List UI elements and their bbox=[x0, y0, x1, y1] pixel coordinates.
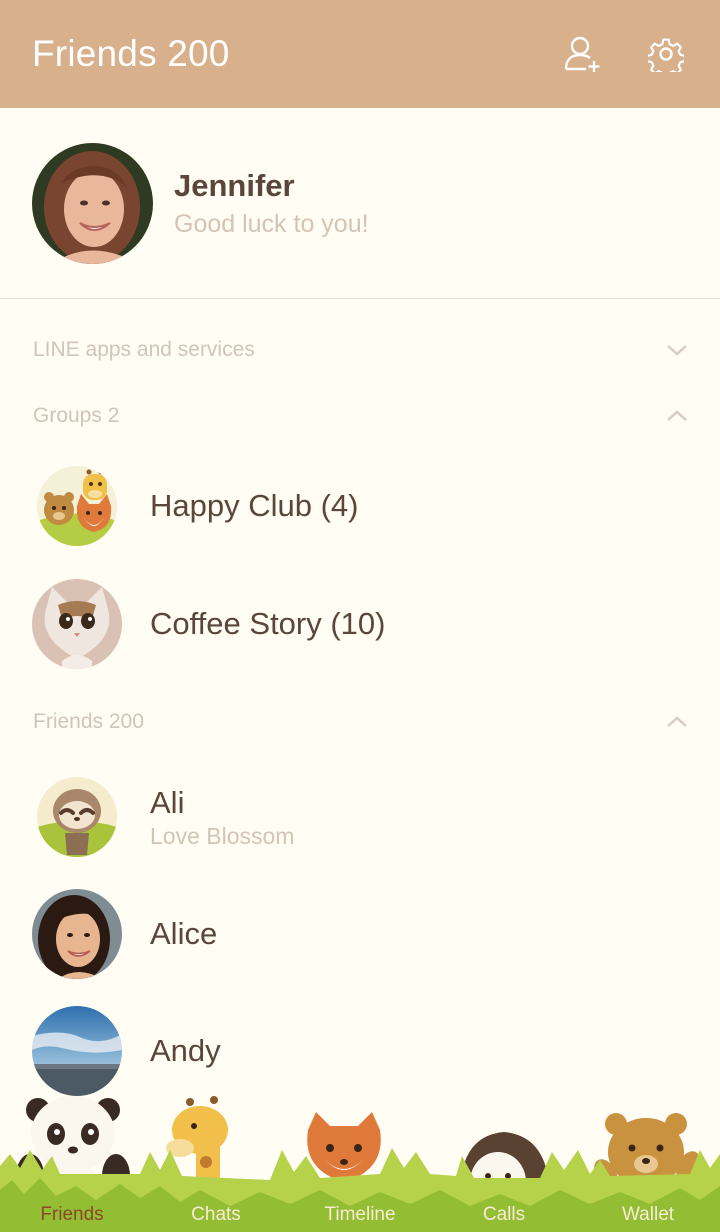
chevron-up-icon bbox=[667, 716, 687, 727]
chevron-down-icon bbox=[667, 345, 687, 356]
tab-friends[interactable]: Friends bbox=[0, 1204, 144, 1226]
group-name: Coffee Story (10) bbox=[150, 606, 386, 641]
bottom-tab-bar: Friends Chats Timeline Calls Wallet bbox=[0, 1090, 720, 1232]
group-row-happy-club[interactable]: Happy Club (4) bbox=[0, 451, 720, 561]
add-friend-icon[interactable] bbox=[562, 32, 606, 76]
friend-avatar bbox=[37, 777, 117, 857]
friend-name: Alice bbox=[150, 916, 218, 951]
tab-wallet[interactable]: Wallet bbox=[576, 1204, 720, 1226]
section-label: LINE apps and services bbox=[33, 338, 255, 361]
friend-name: Ali bbox=[150, 784, 185, 820]
section-friends[interactable]: Friends 200 bbox=[0, 692, 720, 752]
tab-calls[interactable]: Calls bbox=[432, 1204, 576, 1226]
section-label: Groups 2 bbox=[33, 404, 120, 427]
section-groups[interactable]: Groups 2 bbox=[0, 386, 720, 446]
friend-avatar bbox=[32, 1006, 122, 1096]
section-line-apps[interactable]: LINE apps and services bbox=[0, 320, 720, 380]
page-title: Friends 200 bbox=[32, 33, 230, 74]
profile-avatar[interactable] bbox=[32, 142, 153, 264]
group-name: Happy Club (4) bbox=[150, 488, 359, 523]
friend-name: Andy bbox=[150, 1033, 221, 1068]
tab-chats[interactable]: Chats bbox=[144, 1204, 288, 1226]
section-label: Friends 200 bbox=[33, 710, 144, 733]
chevron-up-icon bbox=[667, 410, 687, 421]
group-avatar bbox=[32, 579, 122, 669]
profile-name: Jennifer bbox=[174, 167, 295, 203]
friend-avatar bbox=[32, 889, 122, 979]
my-profile[interactable]: Jennifer Good luck to you! bbox=[0, 108, 720, 299]
profile-status-message: Good luck to you! bbox=[174, 209, 369, 238]
app-header: Friends 200 bbox=[0, 0, 720, 108]
tab-timeline[interactable]: Timeline bbox=[288, 1204, 432, 1226]
friend-row-ali[interactable]: Ali Love Blossom bbox=[0, 762, 720, 872]
settings-icon[interactable] bbox=[644, 32, 688, 76]
friend-status-message: Love Blossom bbox=[150, 822, 295, 849]
group-avatar bbox=[37, 466, 117, 546]
friend-row-alice[interactable]: Alice bbox=[0, 879, 720, 989]
group-row-coffee-story[interactable]: Coffee Story (10) bbox=[0, 569, 720, 679]
